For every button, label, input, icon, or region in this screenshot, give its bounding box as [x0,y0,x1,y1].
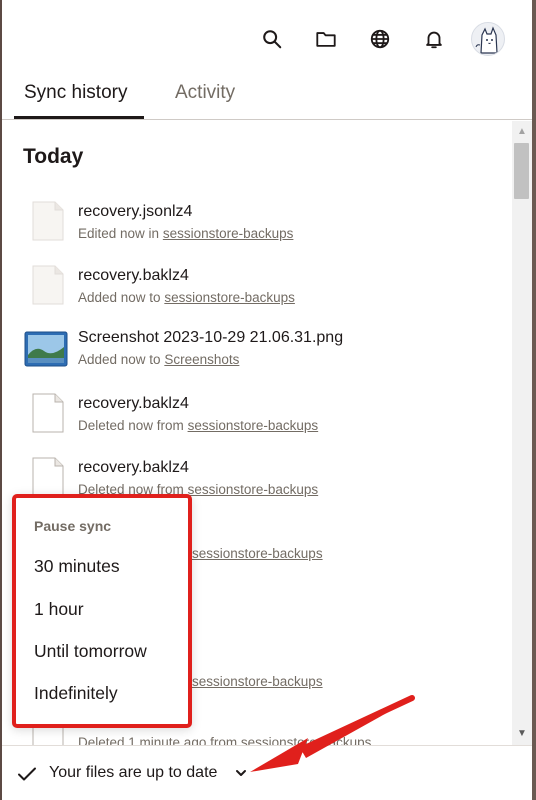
folder-link[interactable]: Screenshots [164,352,239,367]
folder-icon[interactable] [309,22,343,56]
item-meta: sessionstore-backups [192,546,323,561]
scroll-down-arrow-icon[interactable]: ▼ [512,725,532,741]
list-item[interactable]: recovery.baklz4 Added now to sessionstor… [2,265,512,329]
item-meta: Added now to sessionstore-backups [78,290,295,305]
file-icon [32,201,64,241]
scrollbar-thumb[interactable] [514,143,529,199]
pause-indefinitely-option[interactable]: Indefinitely [34,683,118,704]
item-meta: Deleted now from sessionstore-backups [78,418,319,433]
image-thumbnail-icon [24,331,68,367]
item-meta: Added now to Screenshots [78,352,240,367]
pause-30-minutes-option[interactable]: 30 minutes [34,556,120,577]
folder-link[interactable]: sessionstore-backups [164,290,295,305]
file-icon [32,265,64,305]
tab-bar: Sync history Activity [2,74,532,120]
tab-activity[interactable]: Activity [175,82,235,104]
bell-icon[interactable] [417,22,451,56]
file-icon [32,457,64,497]
checkmark-icon [18,767,36,781]
pause-1-hour-option[interactable]: 1 hour [34,599,84,620]
item-name: Screenshot 2023-10-29 21.06.31.png [78,329,344,346]
item-name: recovery.baklz4 [78,267,189,284]
section-title: Today [23,145,84,168]
list-item[interactable]: recovery.jsonlz4 Edited now in sessionst… [2,201,512,265]
folder-link[interactable]: sessionstore-backups [163,226,294,241]
folder-link[interactable]: sessionstore-backups [241,735,372,745]
folder-link[interactable]: sessionstore-backups [192,674,323,689]
list-item[interactable]: recovery.baklz4 Deleted now from session… [2,393,512,457]
scroll-up-arrow-icon[interactable]: ▲ [512,123,532,139]
globe-icon[interactable] [363,22,397,56]
search-icon[interactable] [255,22,289,56]
pause-sync-menu: Pause sync 30 minutes 1 hour Until tomor… [12,494,192,728]
scrollbar[interactable]: ▲ ▼ [512,121,532,745]
item-name: recovery.baklz4 [78,395,189,412]
active-tab-indicator [14,116,144,119]
pause-sync-title: Pause sync [34,518,112,534]
item-meta: Deleted 1 minute ago from sessionstore-b… [78,735,371,745]
item-name: recovery.jsonlz4 [78,203,193,220]
app-window: Sync history Activity Today recovery.jso… [0,0,536,800]
pause-until-tomorrow-option[interactable]: Until tomorrow [34,641,147,662]
folder-link[interactable]: sessionstore-backups [188,418,319,433]
folder-link[interactable]: sessionstore-backups [188,482,319,497]
item-meta: sessionstore-backups [192,674,323,689]
item-name: recovery.baklz4 [78,459,189,476]
list-item[interactable]: Screenshot 2023-10-29 21.06.31.png Added… [2,327,512,391]
chevron-down-icon[interactable] [234,766,248,780]
folder-link[interactable]: sessionstore-backups [192,546,323,561]
window-edge [532,0,536,800]
sync-status-text[interactable]: Your files are up to date [49,764,217,782]
status-footer: Your files are up to date [2,745,532,800]
avatar[interactable] [471,22,505,56]
item-meta: Edited now in sessionstore-backups [78,226,294,241]
tab-sync-history[interactable]: Sync history [24,82,127,104]
file-icon [32,393,64,433]
